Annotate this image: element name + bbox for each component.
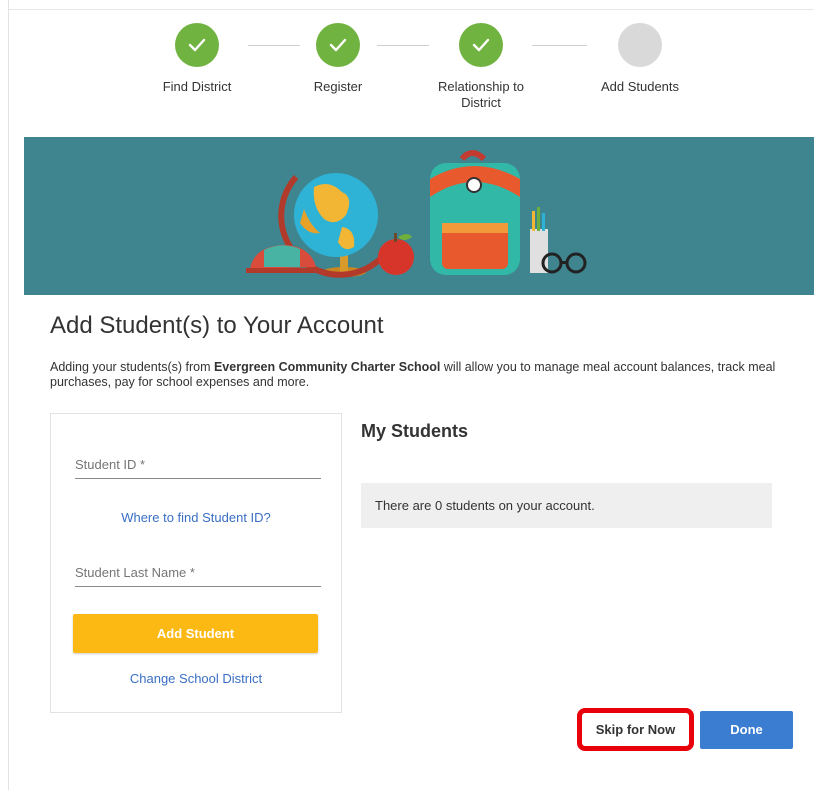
step-connector [377,45,429,46]
student-last-name-input[interactable]: Student Last Name * [75,565,321,587]
students-empty-state: There are 0 students on your account. [361,483,772,528]
where-to-find-id-link[interactable]: Where to find Student ID? [51,510,341,525]
page-title: Add Student(s) to Your Account [50,312,384,339]
step-label: Register [313,79,363,94]
step-4-circle [618,23,662,67]
add-student-button[interactable]: Add Student [73,614,318,653]
skip-for-now-button[interactable]: Skip for Now [577,708,694,751]
step-3-check-icon [459,23,503,67]
school-name: Evergreen Community Charter School [213,360,441,374]
my-students-heading: My Students [361,421,469,441]
step-2-check-icon [316,23,360,67]
step-connector [532,45,587,46]
progress-stepper: Find District Register Relationship to D… [0,0,814,128]
step-connector [248,45,300,46]
step-label-text: Relationship to District [438,79,524,110]
step-1-check-icon [175,23,219,67]
intro-prefix: Adding your students(s) from [50,360,214,374]
school-supplies-banner [24,137,814,295]
step-label: Relationship to District [411,79,551,111]
student-id-input[interactable]: Student ID * [75,457,321,479]
intro-text: Adding your students(s) from Evergreen C… [50,360,790,390]
add-student-form: Student ID * Where to find Student ID? S… [50,413,342,713]
empty-message: There are 0 students on your account. [375,498,595,513]
step-label: Find District [162,79,232,94]
step-label: Add Students [600,79,680,94]
change-district-link[interactable]: Change School District [51,671,341,686]
school-supplies-illustration [246,150,587,278]
done-button[interactable]: Done [700,711,793,749]
